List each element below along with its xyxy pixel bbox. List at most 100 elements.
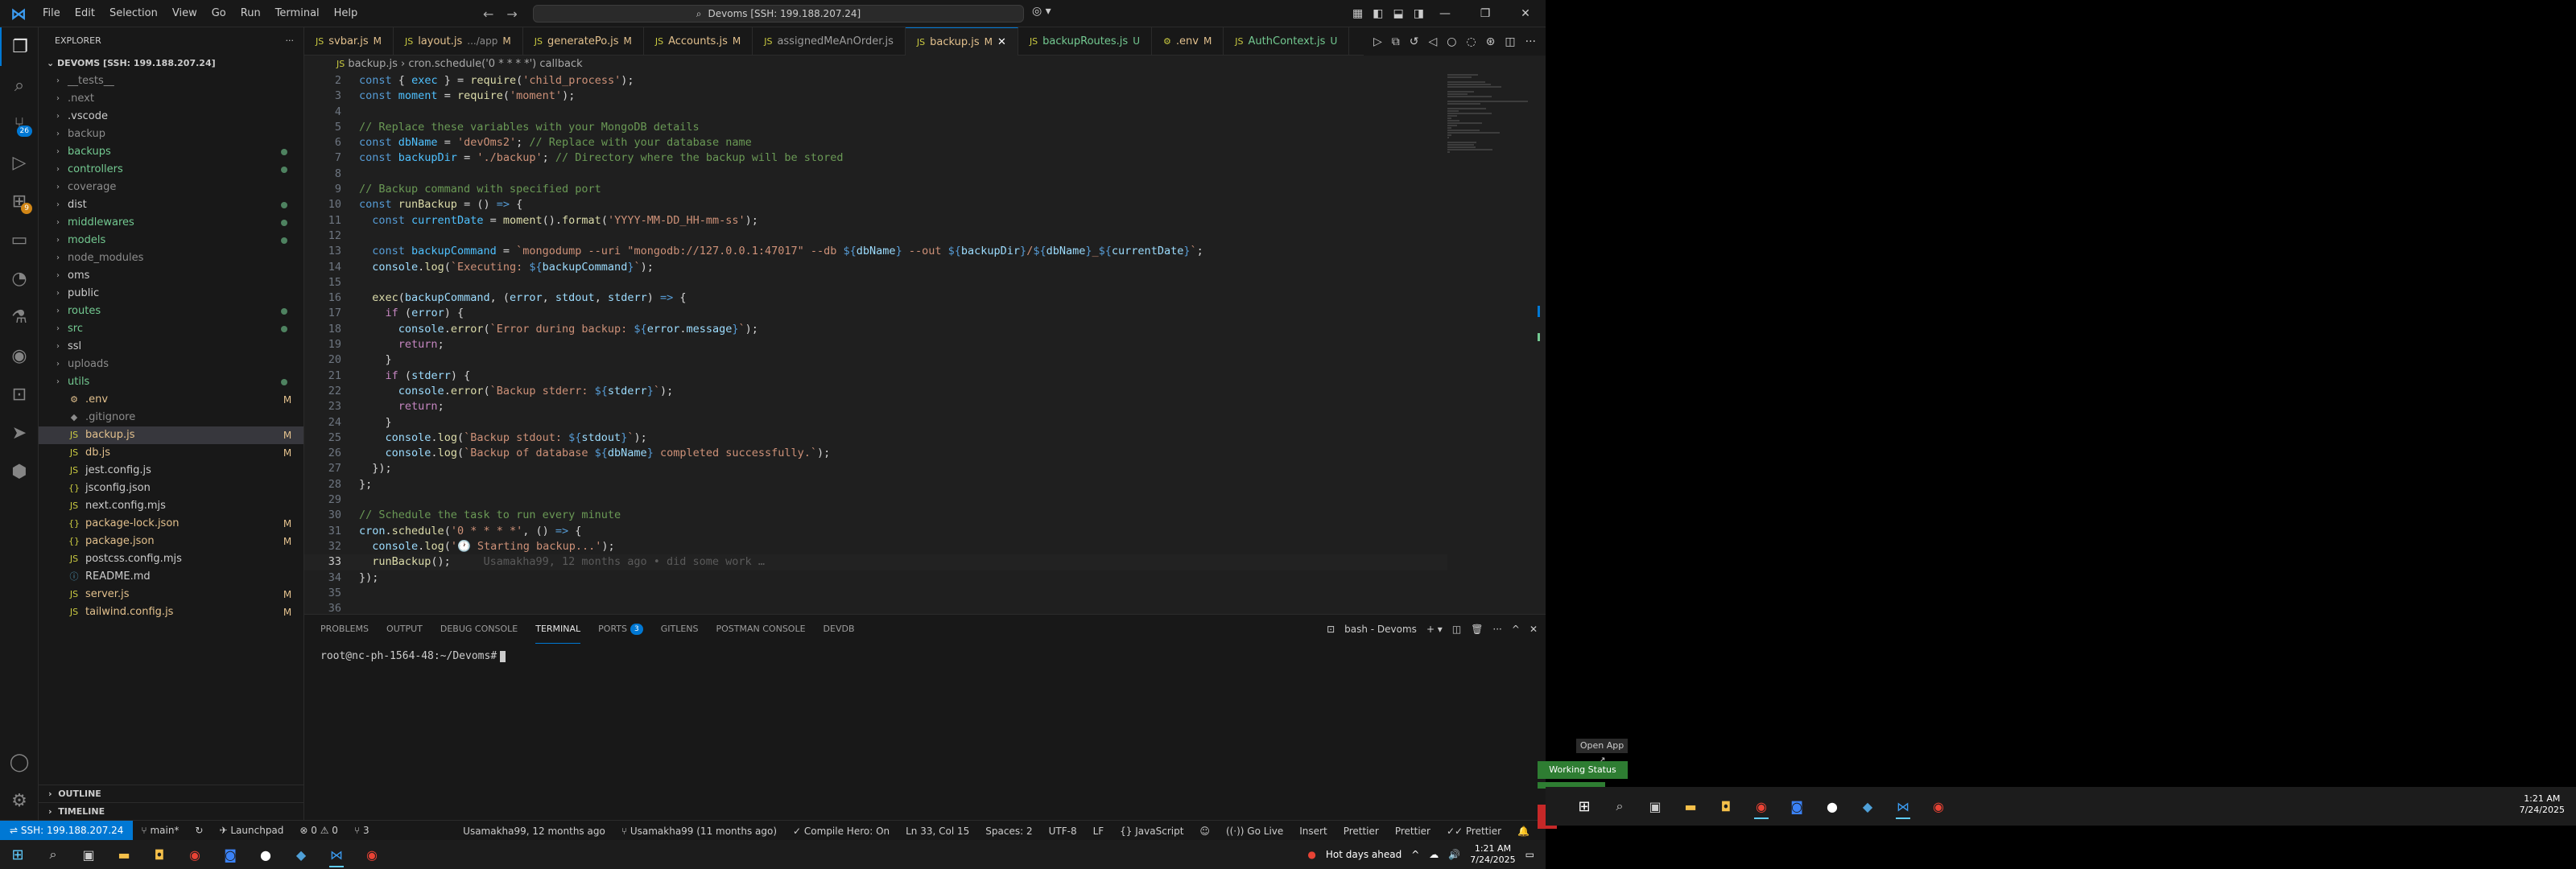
prettier-status-3[interactable]: ✓✓ Prettier — [1439, 826, 1509, 837]
preview-icon[interactable]: ⊛ — [1486, 35, 1496, 48]
panel-tab-terminal[interactable]: TERMINAL — [535, 615, 581, 644]
tree-file[interactable]: {} jsconfig.json — [39, 480, 303, 497]
notification-center-icon[interactable]: ▭ — [1525, 849, 1534, 860]
tab-accounts-js[interactable]: JS Accounts.js M — [644, 27, 753, 56]
tree-folder[interactable]: › middlewares — [39, 214, 303, 232]
compile-hero[interactable]: ✓ Compile Hero: On — [785, 826, 898, 837]
terminal-name[interactable]: bash - Devoms — [1344, 624, 1417, 635]
panel-tab-output[interactable]: OUTPUT — [386, 615, 423, 644]
panel-tab-debug-console[interactable]: DEBUG CONSOLE — [440, 615, 518, 644]
panel-tab-ports[interactable]: PORTS 3 — [598, 615, 643, 644]
vscode-alt-icon-2[interactable]: ◆ — [1854, 793, 1881, 820]
working-status-badge[interactable]: Working Status Active — [1538, 761, 1628, 793]
menu-go[interactable]: Go — [204, 0, 233, 27]
command-center[interactable]: ⌕ Devoms [SSH: 199.188.207.24] — [533, 5, 1024, 23]
close-panel-icon[interactable]: ✕ — [1530, 624, 1538, 635]
tree-folder[interactable]: › .next — [39, 90, 303, 108]
run-debug-icon[interactable]: ▷ — [0, 143, 39, 182]
tree-file[interactable]: JS server.js M — [39, 586, 303, 603]
tree-folder[interactable]: › dist — [39, 196, 303, 214]
chrome-alt-icon-2[interactable]: ◉ — [1925, 793, 1952, 820]
split-editor-icon[interactable]: ◫ — [1505, 35, 1515, 48]
zoom-icon[interactable]: ◙ — [217, 841, 244, 868]
tree-file[interactable]: JS backup.js M — [39, 426, 303, 444]
new-terminal-icon[interactable]: + ▾ — [1426, 624, 1443, 635]
notifications-icon[interactable]: 🔔 — [1509, 826, 1538, 837]
postman-icon[interactable]: ◉ — [0, 336, 39, 375]
source-control-icon[interactable]: ⑂ 26 — [0, 105, 39, 143]
language-mode[interactable]: {} JavaScript — [1112, 826, 1191, 837]
account-icon[interactable]: ◯ — [0, 743, 39, 781]
tree-file[interactable]: ⚙ .env M — [39, 391, 303, 409]
tree-folder[interactable]: › src — [39, 320, 303, 338]
tree-folder[interactable]: › backup — [39, 126, 303, 143]
menu-view[interactable]: View — [165, 0, 204, 27]
open-changes-icon[interactable]: ↺ — [1410, 35, 1419, 48]
tree-folder[interactable]: › controllers — [39, 161, 303, 179]
toggle-secondary-sidebar-icon[interactable]: ◨ — [1414, 7, 1424, 20]
tab-authcontext-js[interactable]: JS AuthContext.js U — [1224, 27, 1350, 56]
scrollbar[interactable] — [1538, 306, 1542, 354]
menu-selection[interactable]: Selection — [102, 0, 165, 27]
settings-gear-icon[interactable]: ⚙ — [0, 781, 39, 820]
volume-icon[interactable]: 🔊 — [1448, 849, 1460, 860]
store-icon[interactable]: ◘ — [146, 841, 173, 868]
menu-run[interactable]: Run — [233, 0, 268, 27]
database-icon[interactable]: ⬢ — [0, 452, 39, 491]
zoom-icon-2[interactable]: ◙ — [1783, 793, 1810, 820]
explorer-icon[interactable]: ❐ — [0, 27, 39, 66]
tab-backup-js[interactable]: JS backup.js M ✕ — [905, 27, 1018, 56]
copilot-icon[interactable]: ◎ ▾ — [1032, 5, 1051, 18]
chrome-icon-2[interactable]: ◉ — [1748, 793, 1775, 820]
code-editor[interactable]: 2 const { exec } = require('child_process… — [304, 73, 1447, 612]
previous-change-icon[interactable]: ◁ — [1428, 35, 1437, 48]
prettier-status-2[interactable]: Prettier — [1387, 826, 1439, 837]
tree-file[interactable]: ◆ .gitignore — [39, 409, 303, 426]
tree-folder[interactable]: › utils — [39, 373, 303, 391]
tree-folder[interactable]: › ssl — [39, 338, 303, 356]
problems-indicator[interactable]: ⊗ 0 ⚠ 0 — [291, 825, 346, 836]
task-view-icon-2[interactable]: ▣ — [1641, 793, 1669, 820]
remote-indicator[interactable]: ⇌ SSH: 199.188.207.24 — [0, 821, 134, 840]
app-icon-2[interactable]: ● — [1818, 793, 1846, 820]
more-actions-icon[interactable]: ··· — [1525, 35, 1536, 48]
branch-indicator[interactable]: ⑂ main* — [133, 825, 187, 836]
tree-folder[interactable]: › oms — [39, 267, 303, 285]
panel-tab-devdb[interactable]: DEVDB — [824, 615, 855, 644]
vscode-alt-icon[interactable]: ◆ — [287, 841, 315, 868]
tab-layout-js[interactable]: JS layout.js .../app M — [394, 27, 523, 56]
insert-mode[interactable]: Insert — [1291, 826, 1335, 837]
split-terminal-icon[interactable]: ◫ — [1452, 624, 1461, 635]
tree-folder[interactable]: › node_modules — [39, 249, 303, 267]
sync-icon[interactable]: ↻ — [187, 825, 211, 836]
toggle-sidebar-icon[interactable]: ◧ — [1373, 7, 1383, 20]
cursor-position[interactable]: Ln 33, Col 15 — [898, 826, 977, 837]
open-app-button[interactable]: Open App ↗ — [1576, 739, 1628, 765]
tree-folder[interactable]: › backups — [39, 143, 303, 161]
encoding[interactable]: UTF-8 — [1041, 826, 1085, 837]
tree-folder[interactable]: › public — [39, 285, 303, 303]
search-icon-2[interactable]: ⌕ — [1606, 793, 1633, 820]
extensions-icon[interactable]: ⊞ 9 — [0, 182, 39, 220]
minimize-icon[interactable]: — — [1425, 0, 1465, 27]
file-explorer-icon[interactable]: ▬ — [110, 841, 138, 868]
go-live[interactable]: ((·)) Go Live — [1218, 826, 1291, 837]
blame-author[interactable]: Usamakha99, 12 months ago — [455, 826, 613, 837]
workspace-folder[interactable]: ⌄ DEVOMS [SSH: 199.188.207.24] — [39, 55, 303, 72]
customize-layout-icon[interactable]: ▦ — [1352, 7, 1363, 20]
restore-icon[interactable]: ❐ — [1465, 0, 1505, 27]
tab-backuproutes-js[interactable]: JS backupRoutes.js U — [1018, 27, 1152, 56]
kill-terminal-icon[interactable]: 🗑 — [1471, 624, 1483, 635]
tree-file[interactable]: ⓘ README.md — [39, 568, 303, 586]
tree-file[interactable]: {} package.json M — [39, 533, 303, 550]
next-change-icon[interactable]: ○ — [1447, 35, 1456, 48]
toggle-blame-icon[interactable]: ◌ — [1466, 35, 1476, 48]
close-tab-icon[interactable]: ✕ — [997, 28, 1006, 56]
launchpad-indicator[interactable]: ✈ Launchpad — [211, 825, 291, 836]
docker-icon[interactable]: ⊡ — [0, 375, 39, 414]
store-icon-2[interactable]: ◘ — [1712, 793, 1740, 820]
tree-file[interactable]: JS db.js M — [39, 444, 303, 462]
start-icon-2[interactable]: ⊞ — [1571, 793, 1598, 820]
panel-tab-postman-console[interactable]: POSTMAN CONSOLE — [716, 615, 806, 644]
prettier-status-1[interactable]: Prettier — [1335, 826, 1387, 837]
